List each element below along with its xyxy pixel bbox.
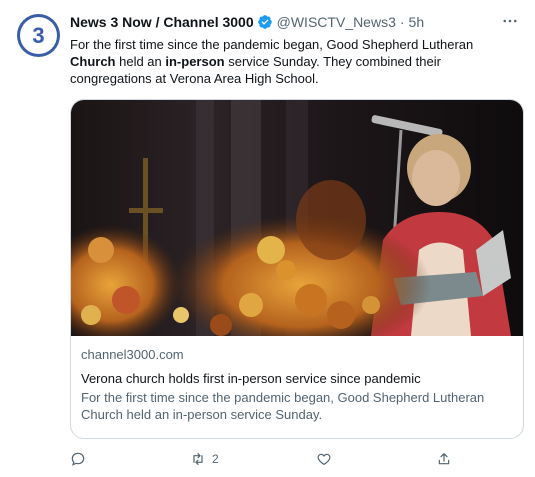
reply-button[interactable] bbox=[70, 451, 92, 467]
tweet-text-part: held an bbox=[115, 54, 166, 69]
action-bar: 2 bbox=[70, 451, 470, 469]
retweet-button[interactable]: 2 bbox=[190, 451, 219, 467]
tweet-text-bold: in-person bbox=[165, 54, 225, 69]
author-handle[interactable]: @WISCTV_News3 bbox=[277, 14, 396, 30]
like-button[interactable] bbox=[316, 451, 338, 467]
share-button[interactable] bbox=[436, 451, 458, 467]
card-domain: channel3000.com bbox=[81, 347, 184, 362]
avatar[interactable]: 3 bbox=[17, 14, 60, 57]
share-icon bbox=[438, 453, 450, 465]
separator-dot: · bbox=[399, 14, 405, 30]
like-icon bbox=[317, 453, 331, 466]
tweet-text-bold: Church bbox=[70, 54, 116, 69]
timestamp[interactable]: 5h bbox=[409, 14, 425, 30]
avatar-text: 3 bbox=[32, 22, 45, 48]
tweet-header: News 3 Now / Channel 3000 @WISCTV_News3 … bbox=[70, 14, 424, 30]
tweet-text-part: For the first time since the pandemic be… bbox=[70, 37, 474, 52]
more-icon[interactable] bbox=[499, 10, 521, 32]
author-name[interactable]: News 3 Now / Channel 3000 bbox=[70, 14, 254, 30]
retweet-count: 2 bbox=[212, 452, 219, 466]
card-image[interactable] bbox=[71, 100, 523, 336]
avatar-logo: 3 bbox=[20, 17, 57, 54]
retweet-icon bbox=[193, 453, 203, 465]
reply-icon bbox=[71, 452, 85, 466]
tweet-text: For the first time since the pandemic be… bbox=[70, 36, 515, 87]
card-title[interactable]: Verona church holds first in-person serv… bbox=[81, 370, 516, 387]
link-card[interactable]: channel3000.com Verona church holds firs… bbox=[70, 99, 524, 439]
card-description: For the first time since the pandemic be… bbox=[81, 390, 485, 422]
card-body: channel3000.com Verona church holds firs… bbox=[81, 346, 516, 423]
verified-badge-icon bbox=[257, 14, 273, 30]
